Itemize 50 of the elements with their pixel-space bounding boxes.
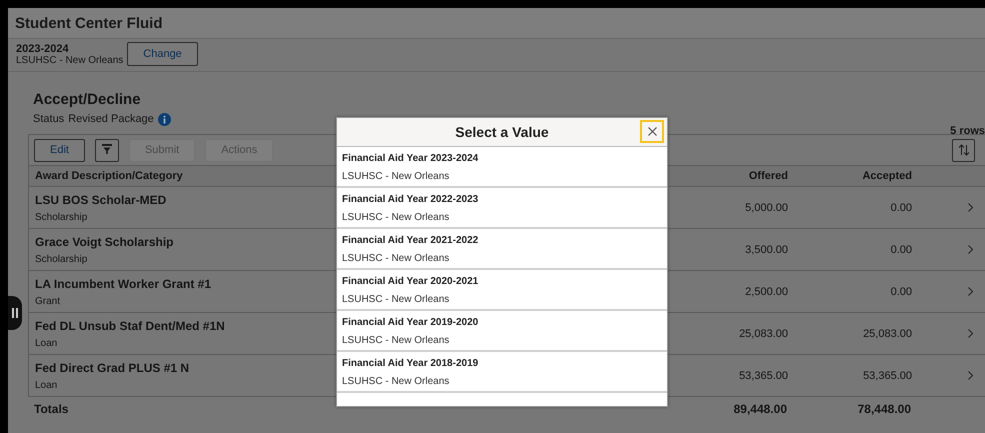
option-subtitle: LSUHSC - New Orleans xyxy=(342,294,450,306)
side-handle[interactable] xyxy=(8,296,22,330)
option-title[interactable]: Financial Aid Year 2023-2024 xyxy=(342,147,667,165)
option-title[interactable]: Financial Aid Year 2022-2023 xyxy=(342,188,667,206)
window-title: Student Center Fluid xyxy=(8,8,985,39)
option-title[interactable]: Financial Aid Year 2021-2022 xyxy=(342,229,667,247)
option-title[interactable]: Financial Aid Year 2020-2021 xyxy=(342,270,667,288)
offered-amount: 5,000.00 xyxy=(745,202,788,214)
chevron-right-icon xyxy=(968,371,973,380)
info-icon xyxy=(158,112,171,126)
totals-label: Totals xyxy=(34,402,68,416)
close-icon xyxy=(648,127,656,136)
option-subtitle: LSUHSC - New Orleans xyxy=(342,335,450,347)
filter-icon xyxy=(102,144,112,154)
row-count: 5 rows xyxy=(950,125,985,137)
pause-bars-icon xyxy=(12,308,18,318)
option-subtitle: LSUHSC - New Orleans xyxy=(342,171,450,183)
chevron-right-icon xyxy=(968,329,973,338)
accepted-amount: 25,083.00 xyxy=(863,328,912,340)
accepted-amount: 53,365.00 xyxy=(863,370,912,382)
chevron-right-icon xyxy=(968,203,973,212)
option-title[interactable]: Financial Aid Year 2018-2019 xyxy=(342,352,667,370)
aid-year: 2023-2024 xyxy=(16,44,70,55)
offered-amount: 3,500.00 xyxy=(745,244,788,256)
sort-button[interactable] xyxy=(952,138,975,162)
option-subtitle: LSUHSC - New Orleans xyxy=(342,253,450,265)
offered-amount: 25,083.00 xyxy=(739,328,788,340)
filter-button[interactable] xyxy=(94,138,119,162)
option-subtitle: LSUHSC - New Orleans xyxy=(342,376,450,388)
chevron-right-icon xyxy=(968,245,973,254)
section-title: Accept/Decline xyxy=(32,91,142,110)
option-title[interactable]: Financial Aid Year 2019-2020 xyxy=(342,311,667,329)
column-header: Accepted xyxy=(862,170,912,182)
accepted-amount: 0.00 xyxy=(890,286,912,298)
accepted-total: 78,448.00 xyxy=(858,402,911,416)
column-header: Award Description/Category xyxy=(35,170,183,182)
column-header: Offered xyxy=(748,170,788,182)
option-subtitle: LSUHSC - New Orleans xyxy=(342,212,450,224)
dialog-title: Select a Value xyxy=(455,124,549,140)
institution: LSUHSC - New Orleans xyxy=(16,55,124,66)
offered-total: 89,448.00 xyxy=(734,402,787,416)
status-value: Revised Package xyxy=(68,113,154,125)
accepted-amount: 0.00 xyxy=(890,202,912,214)
offered-amount: 2,500.00 xyxy=(745,286,788,298)
accepted-amount: 0.00 xyxy=(890,244,912,256)
close-button[interactable] xyxy=(640,120,664,143)
sort-icon xyxy=(958,144,970,156)
chevron-right-icon xyxy=(968,287,973,296)
status-label: Status xyxy=(33,113,64,125)
offered-amount: 53,365.00 xyxy=(739,370,788,382)
